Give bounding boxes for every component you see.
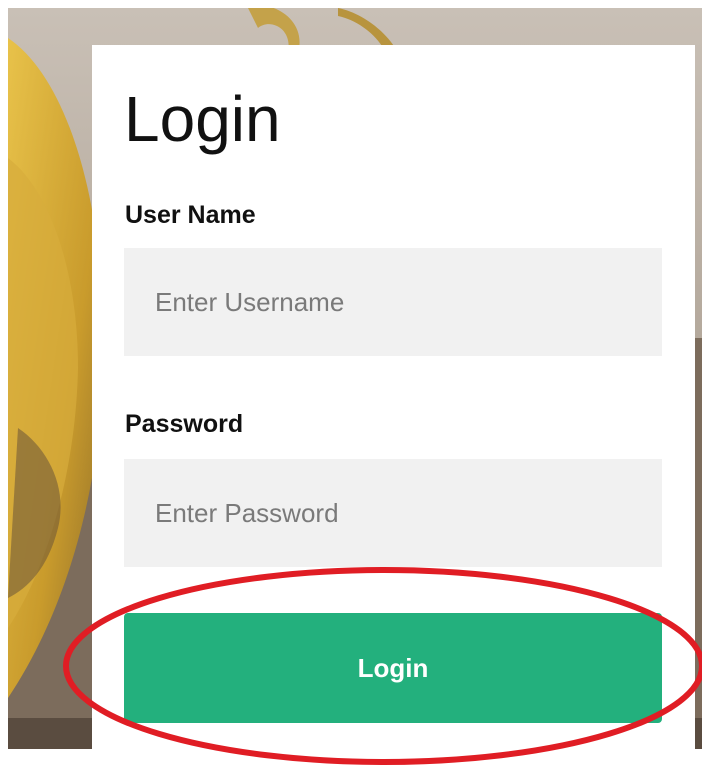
password-label: Password bbox=[125, 410, 244, 438]
login-panel: Login User Name Password Login bbox=[92, 45, 695, 758]
username-input[interactable] bbox=[124, 248, 662, 356]
login-button[interactable]: Login bbox=[124, 613, 662, 723]
page-title: Login bbox=[124, 83, 281, 155]
password-input[interactable] bbox=[124, 459, 662, 567]
screenshot-stage: Login User Name Password Login bbox=[0, 0, 702, 769]
username-label: User Name bbox=[125, 201, 256, 229]
